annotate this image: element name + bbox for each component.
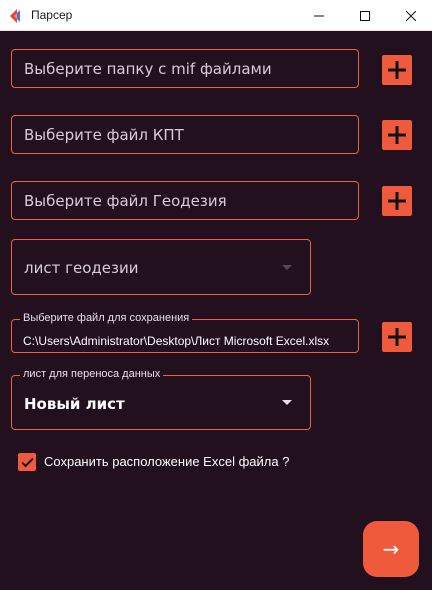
title-bar: Парсер	[0, 0, 432, 31]
main-content: Выберите папку с mif файлами Выберите фа…	[0, 31, 432, 590]
close-button[interactable]	[388, 0, 432, 31]
geodesy-sheet-select[interactable]: лист геодезии	[11, 239, 311, 295]
plus-icon	[388, 126, 406, 144]
target-sheet-value: Новый лист	[24, 395, 125, 413]
app-logo-icon	[10, 9, 20, 23]
check-icon	[20, 457, 34, 467]
plus-icon	[388, 328, 406, 346]
kpt-file-field[interactable]: Выберите файл КПТ	[11, 115, 359, 154]
arrow-right-icon: →	[382, 537, 400, 561]
save-file-label: Выберите файл для сохранения	[20, 312, 193, 324]
mif-folder-field[interactable]: Выберите папку с mif файлами	[11, 49, 359, 88]
run-button[interactable]: →	[363, 521, 419, 577]
maximize-button[interactable]	[342, 0, 388, 31]
save-file-field[interactable]: Выберите файл для сохранения C:\Users\Ad…	[11, 312, 359, 353]
mif-folder-placeholder: Выберите папку с mif файлами	[24, 60, 272, 78]
add-geodesy-file-button[interactable]	[382, 186, 412, 216]
window-title: Парсер	[31, 8, 73, 22]
geodesy-sheet-placeholder: лист геодезии	[24, 259, 139, 277]
target-sheet-select[interactable]: лист для переноса данных Новый лист	[11, 368, 311, 430]
add-kpt-file-button[interactable]	[382, 120, 412, 150]
chevron-down-icon	[282, 265, 292, 270]
chevron-down-icon	[282, 400, 292, 405]
add-save-file-button[interactable]	[382, 322, 412, 352]
add-mif-folder-button[interactable]	[382, 55, 412, 85]
target-sheet-label: лист для переноса данных	[20, 368, 164, 380]
save-location-checkbox[interactable]	[18, 453, 36, 471]
save-location-label[interactable]: Сохранить расположение Excel файла ?	[44, 454, 289, 469]
minimize-icon	[314, 15, 324, 16]
plus-icon	[388, 192, 406, 210]
close-icon	[406, 10, 416, 21]
maximize-icon	[360, 10, 370, 21]
geodesy-file-placeholder: Выберите файл Геодезия	[24, 192, 227, 210]
minimize-button[interactable]	[296, 0, 342, 31]
kpt-file-placeholder: Выберите файл КПТ	[24, 126, 184, 144]
save-file-path: C:\Users\Administrator\Desktop\Лист Micr…	[23, 334, 330, 348]
geodesy-file-field[interactable]: Выберите файл Геодезия	[11, 181, 359, 220]
plus-icon	[388, 61, 406, 79]
